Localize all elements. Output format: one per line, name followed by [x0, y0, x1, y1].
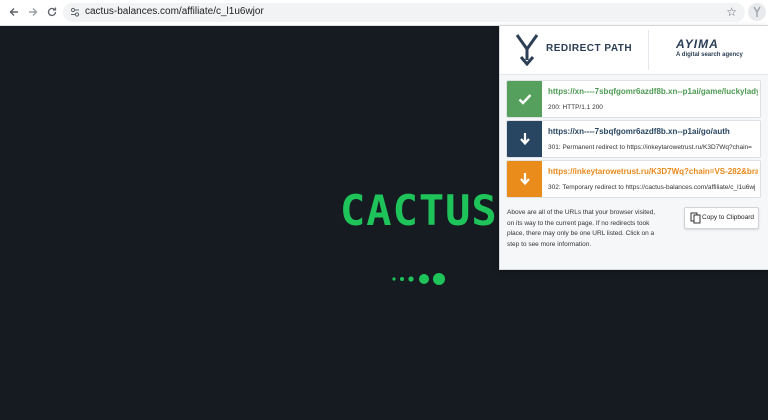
- header-divider: [648, 30, 649, 70]
- redirect-path-logo-icon: [515, 34, 539, 66]
- star-icon[interactable]: ☆: [726, 5, 737, 19]
- cactus-logo: CACTUS: [340, 189, 500, 259]
- step-status-badge: [507, 161, 542, 197]
- loading-spinner-icon: [392, 273, 445, 285]
- logo-text: CACTUS: [340, 186, 498, 235]
- step-status: 301: Permanent redirect to https://inkey…: [548, 144, 752, 151]
- step-url[interactable]: https://xn----7sbqfgomr6azdf8b.xn--p1ai/…: [548, 87, 758, 96]
- popup-header: REDIRECT PATH AYIMA A digital search age…: [500, 26, 768, 75]
- info-note: Above are all of the URLs that your brow…: [507, 209, 656, 248]
- step-status: 200: HTTP/1.1 200: [548, 104, 603, 111]
- step-status-badge: [507, 81, 542, 117]
- redirect-path-extension-button[interactable]: [748, 3, 766, 21]
- step-url[interactable]: https://inkeytarowetrust.ru/K3D7Wq?chain…: [548, 167, 758, 176]
- popup-title: REDIRECT PATH: [546, 43, 633, 54]
- redirect-step-1[interactable]: https://xn----7sbqfgomr6azdf8b.xn--p1ai/…: [506, 80, 761, 118]
- tune-icon[interactable]: [69, 6, 81, 18]
- redirect-path-popup: REDIRECT PATH AYIMA A digital search age…: [499, 26, 768, 270]
- vendor-logo[interactable]: AYIMA: [676, 37, 719, 51]
- url-text[interactable]: cactus-balances.com/affiliate/c_l1u6wjor: [85, 6, 264, 17]
- step-url[interactable]: https://xn----7sbqfgomr6azdf8b.xn--p1ai/…: [548, 127, 758, 136]
- step-status: 302: Temporary redirect to https://cactu…: [548, 184, 756, 191]
- step-status-badge: [507, 121, 542, 157]
- clipboard-icon: [690, 212, 701, 224]
- browser-toolbar: cactus-balances.com/affiliate/c_l1u6wjor…: [0, 0, 768, 26]
- down-arrow-icon: [519, 133, 530, 146]
- address-bar[interactable]: cactus-balances.com/affiliate/c_l1u6wjor…: [63, 3, 745, 22]
- down-arrow-icon: [519, 173, 530, 186]
- vendor-tagline: A digital search agency: [676, 52, 743, 58]
- checkmark-icon: [518, 94, 531, 105]
- reload-icon[interactable]: [44, 4, 60, 20]
- copy-button-label: Copy to Clipboard: [702, 214, 755, 221]
- redirect-path-icon: [753, 6, 761, 17]
- forward-arrow-icon[interactable]: [25, 4, 41, 20]
- redirect-step-3[interactable]: https://inkeytarowetrust.ru/K3D7Wq?chain…: [506, 160, 761, 198]
- copy-to-clipboard-button[interactable]: Copy to Clipboard: [684, 207, 759, 229]
- redirect-step-2[interactable]: https://xn----7sbqfgomr6azdf8b.xn--p1ai/…: [506, 120, 761, 158]
- back-arrow-icon[interactable]: [6, 4, 22, 20]
